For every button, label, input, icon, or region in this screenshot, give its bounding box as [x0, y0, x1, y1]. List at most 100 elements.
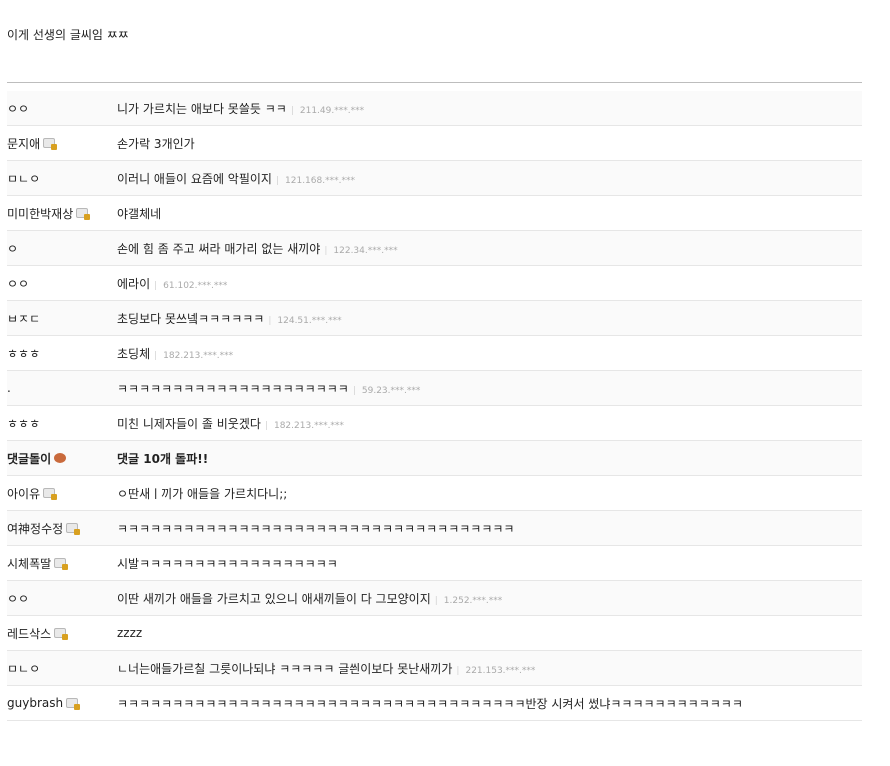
- comment-section-divider: [7, 82, 862, 83]
- comment-nickname[interactable]: 문지애: [7, 135, 40, 152]
- comment-nickname-cell[interactable]: ㅂㅈㄷ: [7, 310, 117, 327]
- comment-nickname[interactable]: 미미한박재상: [7, 205, 73, 222]
- comment-content: ㅇ딴새ㅣ끼가 애들을 가르치다니;;: [117, 485, 862, 502]
- member-gallog-icon[interactable]: [43, 138, 58, 150]
- comment-nickname[interactable]: .: [7, 381, 11, 395]
- comment-nickname[interactable]: ㅁㄴㅇ: [7, 170, 40, 187]
- comment-row: ㅇ 손에 힘 좀 주고 써라 매가리 없는 새끼야122.34.***.***: [7, 231, 862, 266]
- comment-nickname-cell[interactable]: 미미한박재상: [7, 205, 117, 222]
- comment-nickname-cell[interactable]: 문지애: [7, 135, 117, 152]
- comment-ip: 182.213.***.***: [265, 421, 344, 431]
- comment-text: 이러니 애들이 요즘에 악필이지: [117, 171, 272, 186]
- comment-content: 야갤체네: [117, 205, 862, 222]
- comment-ip: 122.34.***.***: [324, 246, 397, 256]
- comment-text: 초딩보다 못쓰넼ㅋㅋㅋㅋㅋㅋ: [117, 311, 265, 326]
- comment-content: 손에 힘 좀 주고 써라 매가리 없는 새끼야122.34.***.***: [117, 240, 862, 257]
- comment-nickname-cell[interactable]: ㅎㅎㅎ: [7, 345, 117, 362]
- comment-text: 손에 힘 좀 주고 써라 매가리 없는 새끼야: [117, 241, 321, 256]
- comment-nickname-cell[interactable]: 레드삭스: [7, 625, 117, 642]
- comment-ip: 1.252.***.***: [435, 596, 503, 606]
- comment-nickname-cell[interactable]: 시체폭딸: [7, 555, 117, 572]
- comment-content: ㅋㅋㅋㅋㅋㅋㅋㅋㅋㅋㅋㅋㅋㅋㅋㅋㅋㅋㅋㅋㅋㅋㅋㅋㅋㅋㅋㅋㅋㅋㅋㅋㅋㅋㅋㅋ: [117, 520, 862, 537]
- comment-row: ㅁㄴㅇ ㄴ너는애들가르칠 그릇이나되냐 ㅋㅋㅋㅋㅋ 글씐이보다 못난새끼가221.…: [7, 651, 862, 686]
- comment-nickname-cell[interactable]: ㅎㅎㅎ: [7, 415, 117, 432]
- member-gallog-icon[interactable]: [66, 698, 81, 710]
- comment-nickname-cell[interactable]: 아이유: [7, 485, 117, 502]
- comment-content: ㅋㅋㅋㅋㅋㅋㅋㅋㅋㅋㅋㅋㅋㅋㅋㅋㅋㅋㅋㅋㅋ 59.23.***.***: [117, 380, 862, 397]
- comment-row: 미미한박재상 야갤체네: [7, 196, 862, 231]
- comment-nickname[interactable]: 댓글돌이: [7, 450, 51, 467]
- comment-ip: 221.153.***.***: [456, 666, 535, 676]
- comment-ip: 211.49.***.***: [291, 106, 364, 116]
- comment-ip: 59.23.***.***: [353, 386, 421, 396]
- comment-nickname[interactable]: 레드삭스: [7, 625, 51, 642]
- comment-row: . ㅋㅋㅋㅋㅋㅋㅋㅋㅋㅋㅋㅋㅋㅋㅋㅋㅋㅋㅋㅋㅋ 59.23.***.***: [7, 371, 862, 406]
- comment-nickname[interactable]: ㅎㅎㅎ: [7, 345, 40, 362]
- comment-row: 댓글돌이 댓글 10개 돌파!!: [7, 441, 862, 476]
- comment-text: ㅋㅋㅋㅋㅋㅋㅋㅋㅋㅋㅋㅋㅋㅋㅋㅋㅋㅋㅋㅋㅋㅋㅋㅋㅋㅋㅋㅋㅋㅋㅋㅋㅋㅋㅋㅋㅋ반장 …: [117, 696, 743, 711]
- comment-nickname[interactable]: ㅁㄴㅇ: [7, 660, 40, 677]
- comment-nickname-cell[interactable]: ㅇㅇ: [7, 590, 117, 607]
- comment-text: 댓글 10개 돌파!!: [117, 451, 209, 466]
- comment-row: ㅇㅇ 니가 가르치는 애보다 못쓸듯 ㅋㅋ 211.49.***.***: [7, 91, 862, 126]
- member-gallog-icon[interactable]: [66, 523, 81, 535]
- comment-content: 댓글 10개 돌파!!: [117, 450, 862, 467]
- comment-row: ㅇㅇ 에라이61.102.***.***: [7, 266, 862, 301]
- comment-content: ㄴ너는애들가르칠 그릇이나되냐 ㅋㅋㅋㅋㅋ 글씐이보다 못난새끼가221.153…: [117, 660, 862, 677]
- comment-nickname[interactable]: ㅇ: [7, 240, 18, 257]
- comment-nickname-cell[interactable]: guybrash: [7, 696, 117, 710]
- comment-content: 시발ㅋㅋㅋㅋㅋㅋㅋㅋㅋㅋㅋㅋㅋㅋㅋㅋㅋㅋ: [117, 555, 862, 572]
- comment-nickname-cell[interactable]: ㅁㄴㅇ: [7, 660, 117, 677]
- comment-nickname[interactable]: 아이유: [7, 485, 40, 502]
- comment-text: 초딩체: [117, 346, 151, 361]
- comment-text: ㅋㅋㅋㅋㅋㅋㅋㅋㅋㅋㅋㅋㅋㅋㅋㅋㅋㅋㅋㅋㅋ: [117, 381, 349, 396]
- comment-nickname-cell[interactable]: ㅇㅇ: [7, 100, 117, 117]
- comment-nickname[interactable]: 시체폭딸: [7, 555, 51, 572]
- comment-nickname[interactable]: ㅂㅈㄷ: [7, 310, 40, 327]
- comment-row: 여神정수정 ㅋㅋㅋㅋㅋㅋㅋㅋㅋㅋㅋㅋㅋㅋㅋㅋㅋㅋㅋㅋㅋㅋㅋㅋㅋㅋㅋㅋㅋㅋㅋㅋㅋㅋㅋ…: [7, 511, 862, 546]
- comment-row: guybrash ㅋㅋㅋㅋㅋㅋㅋㅋㅋㅋㅋㅋㅋㅋㅋㅋㅋㅋㅋㅋㅋㅋㅋㅋㅋㅋㅋㅋㅋㅋㅋㅋ…: [7, 686, 862, 721]
- comment-row: ㅎㅎㅎ 초딩체182.213.***.***: [7, 336, 862, 371]
- comment-nickname-cell[interactable]: .: [7, 381, 117, 395]
- comment-row: 시체폭딸 시발ㅋㅋㅋㅋㅋㅋㅋㅋㅋㅋㅋㅋㅋㅋㅋㅋㅋㅋ: [7, 546, 862, 581]
- comment-text: 에라이: [117, 276, 151, 291]
- post-body-text: 이게 선생의 글씨임 ㅉㅉ: [7, 28, 129, 42]
- comment-text: 손가락 3개인가: [117, 136, 195, 151]
- comment-row: ㅎㅎㅎ 미친 니제자들이 졸 비웃겠다 182.213.***.***: [7, 406, 862, 441]
- comment-nickname-cell[interactable]: ㅇㅇ: [7, 275, 117, 292]
- comment-nickname-cell[interactable]: 댓글돌이: [7, 450, 117, 467]
- comment-nickname-cell[interactable]: ㅁㄴㅇ: [7, 170, 117, 187]
- comment-content: 손가락 3개인가: [117, 135, 862, 152]
- mascot-icon[interactable]: [54, 453, 67, 463]
- member-gallog-icon[interactable]: [54, 628, 69, 640]
- comment-nickname-cell[interactable]: 여神정수정: [7, 520, 117, 537]
- comment-ip: 182.213.***.***: [154, 351, 233, 361]
- comment-content: ㅋㅋㅋㅋㅋㅋㅋㅋㅋㅋㅋㅋㅋㅋㅋㅋㅋㅋㅋㅋㅋㅋㅋㅋㅋㅋㅋㅋㅋㅋㅋㅋㅋㅋㅋㅋㅋ반장 …: [117, 695, 862, 712]
- comment-nickname[interactable]: ㅎㅎㅎ: [7, 415, 40, 432]
- comment-row: ㅂㅈㄷ 초딩보다 못쓰넼ㅋㅋㅋㅋㅋㅋ124.51.***.***: [7, 301, 862, 336]
- comment-nickname[interactable]: ㅇㅇ: [7, 100, 29, 117]
- comment-content: 이러니 애들이 요즘에 악필이지 121.168.***.***: [117, 170, 862, 187]
- comment-list: ㅇㅇ 니가 가르치는 애보다 못쓸듯 ㅋㅋ 211.49.***.*** 문지애 손가락…: [7, 91, 862, 721]
- comment-content: zzzz: [117, 626, 862, 640]
- member-gallog-icon[interactable]: [54, 558, 69, 570]
- comment-content: 에라이61.102.***.***: [117, 275, 862, 292]
- member-gallog-icon[interactable]: [43, 488, 58, 500]
- comment-ip: 61.102.***.***: [154, 281, 227, 291]
- comment-nickname[interactable]: ㅇㅇ: [7, 275, 29, 292]
- comment-text: ㅋㅋㅋㅋㅋㅋㅋㅋㅋㅋㅋㅋㅋㅋㅋㅋㅋㅋㅋㅋㅋㅋㅋㅋㅋㅋㅋㅋㅋㅋㅋㅋㅋㅋㅋㅋ: [117, 521, 515, 536]
- comment-row: 아이유 ㅇ딴새ㅣ끼가 애들을 가르치다니;;: [7, 476, 862, 511]
- comment-row: 레드삭스 zzzz: [7, 616, 862, 651]
- comment-ip: 121.168.***.***: [276, 176, 355, 186]
- comment-content: 미친 니제자들이 졸 비웃겠다 182.213.***.***: [117, 415, 862, 432]
- member-gallog-icon[interactable]: [76, 208, 91, 220]
- comment-nickname[interactable]: 여神정수정: [7, 520, 63, 537]
- comment-nickname[interactable]: guybrash: [7, 696, 63, 710]
- comment-nickname[interactable]: ㅇㅇ: [7, 590, 29, 607]
- comment-text: zzzz: [117, 626, 143, 640]
- comment-text: ㅇ딴새ㅣ끼가 애들을 가르치다니;;: [117, 486, 288, 501]
- comment-nickname-cell[interactable]: ㅇ: [7, 240, 117, 257]
- comment-row: ㅁㄴㅇ 이러니 애들이 요즘에 악필이지 121.168.***.***: [7, 161, 862, 196]
- comment-text: 야갤체네: [117, 206, 162, 221]
- comment-content: 니가 가르치는 애보다 못쓸듯 ㅋㅋ 211.49.***.***: [117, 100, 862, 117]
